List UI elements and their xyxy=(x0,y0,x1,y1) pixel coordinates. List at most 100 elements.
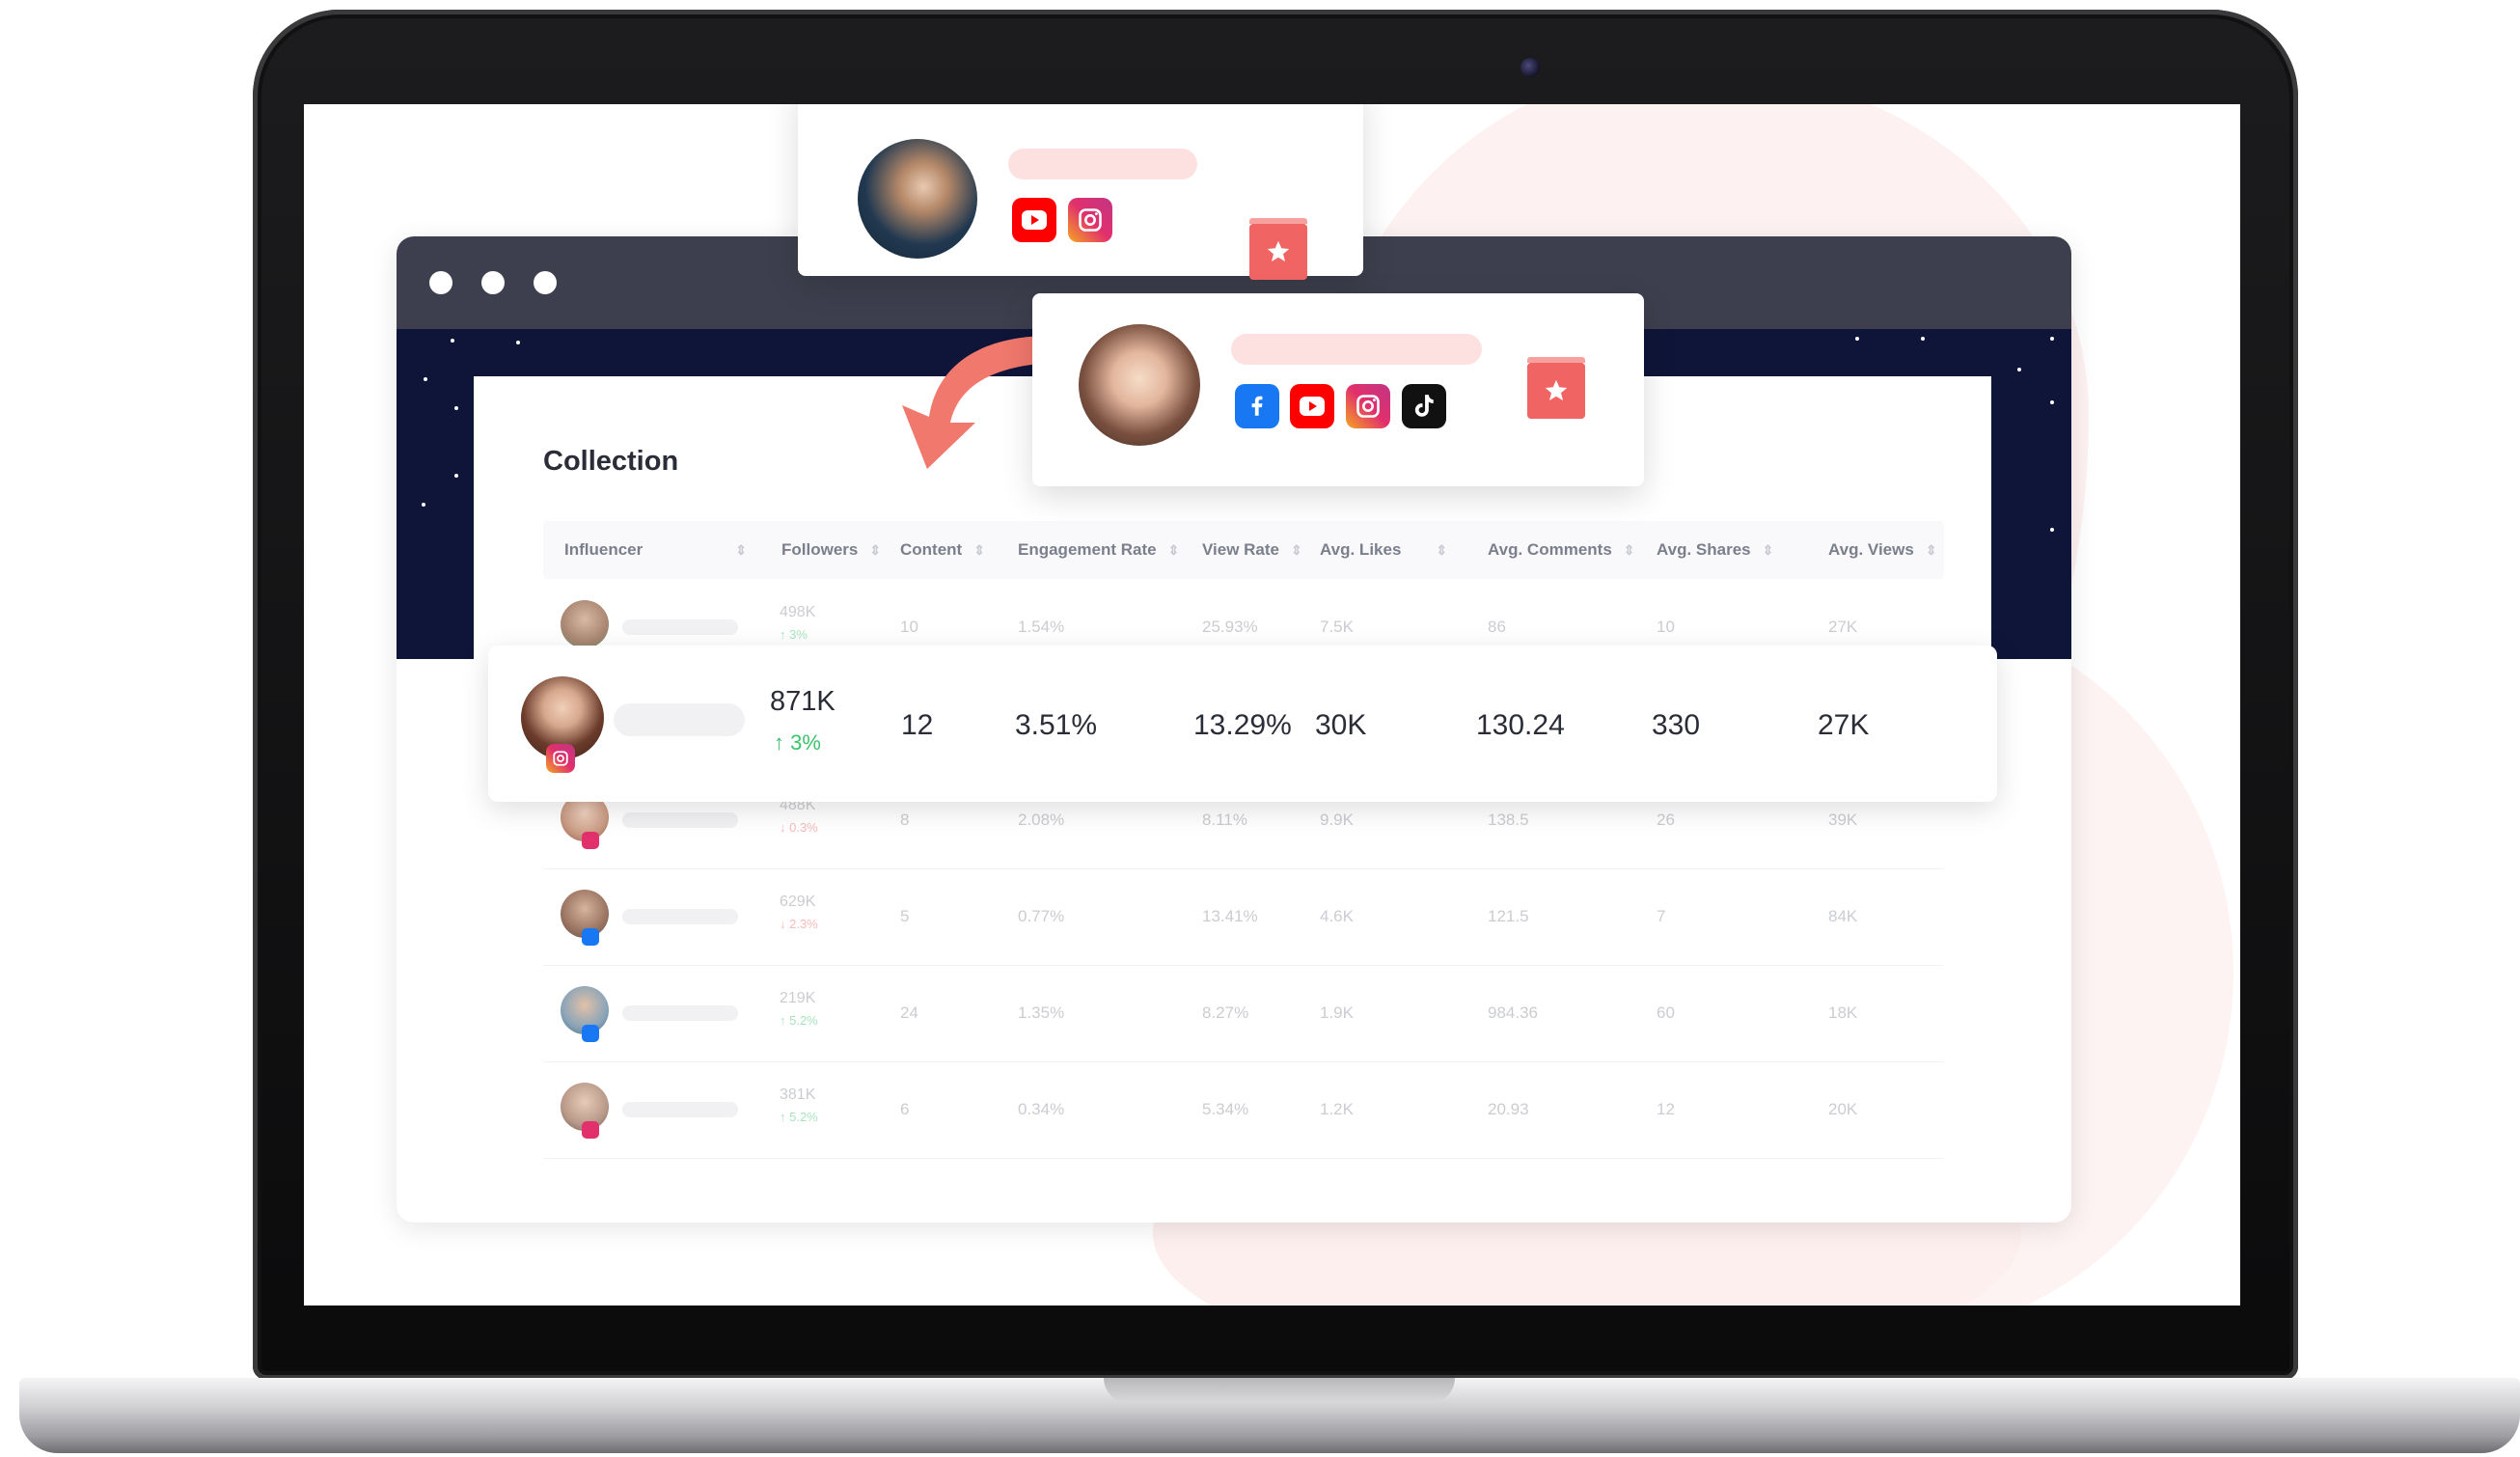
star-icon xyxy=(2050,337,2054,341)
star-icon xyxy=(2050,528,2054,532)
view-rate-cell: 13.41% xyxy=(1202,907,1258,925)
likes-cell: 4.6K xyxy=(1320,907,1354,925)
laptop-notch xyxy=(1104,1378,1455,1403)
table-row[interactable]: 629K ↓ 2.3% 5 0.77% 13.41% 4.6K 121.5 7 … xyxy=(543,868,1944,966)
engagement-cell: 1.35% xyxy=(1018,1003,1065,1022)
influencer-name-placeholder xyxy=(614,703,745,736)
star-icon xyxy=(516,341,520,344)
star-icon xyxy=(454,406,458,410)
facebook-icon xyxy=(582,928,599,946)
views-cell: 27K xyxy=(1828,618,1858,636)
view-rate-cell: 8.11% xyxy=(1202,811,1247,829)
window-dot-icon[interactable] xyxy=(429,271,452,294)
table-header: Influencer ⇕ Followers ⇕ Content ⇕ Engageme… xyxy=(543,521,1944,579)
avatar xyxy=(1079,324,1200,446)
avg-likes-value: 30K xyxy=(1315,709,1367,741)
likes-cell: 1.9K xyxy=(1320,1003,1354,1022)
avatar xyxy=(561,600,609,648)
engagement-cell: 1.54% xyxy=(1018,618,1065,636)
sort-icon[interactable]: ⇕ xyxy=(1436,542,1447,558)
sort-icon[interactable]: ⇕ xyxy=(869,542,881,558)
curved-arrow-icon xyxy=(902,336,1051,469)
page-title: Collection xyxy=(543,446,679,477)
shares-cell: 60 xyxy=(1657,1003,1675,1022)
content-cell: 8 xyxy=(900,811,910,829)
influencer-name-placeholder xyxy=(622,812,738,828)
views-cell: 39K xyxy=(1828,811,1858,829)
shares-cell: 26 xyxy=(1657,811,1675,829)
likes-cell: 7.5K xyxy=(1320,618,1354,636)
facebook-icon xyxy=(582,1025,599,1042)
influencer-card[interactable] xyxy=(798,104,1363,280)
content-cell: 6 xyxy=(900,1100,910,1118)
influencer-name-placeholder xyxy=(1008,149,1197,179)
column-header-influencer[interactable]: Influencer ⇕ xyxy=(564,540,747,560)
content-cell: 10 xyxy=(900,618,918,636)
youtube-icon[interactable] xyxy=(1012,198,1056,242)
laptop-screen: Collection Influencer ⇕ Followers ⇕ Conten… xyxy=(304,104,2240,1306)
star-icon xyxy=(2050,400,2054,404)
sort-icon[interactable]: ⇕ xyxy=(1168,542,1180,558)
table-row[interactable]: 219K ↑ 5.2% 24 1.35% 8.27% 1.9K 984.36 6… xyxy=(543,965,1944,1062)
add-to-collection-button[interactable] xyxy=(1527,357,1585,419)
instagram-icon xyxy=(582,832,599,849)
engagement-cell: 0.34% xyxy=(1018,1100,1065,1118)
shares-cell: 10 xyxy=(1657,618,1675,636)
comments-cell: 138.5 xyxy=(1488,811,1529,829)
window-dot-icon[interactable] xyxy=(534,271,557,294)
engagement-cell: 0.77% xyxy=(1018,907,1065,925)
instagram-icon[interactable] xyxy=(1346,384,1390,428)
avatar xyxy=(858,139,977,259)
star-icon xyxy=(1921,337,1925,341)
sort-icon[interactable]: ⇕ xyxy=(1763,542,1774,558)
sort-icon[interactable]: ⇕ xyxy=(1291,542,1302,558)
facebook-icon[interactable] xyxy=(1235,384,1279,428)
followers-cell: 498K ↑ 3% xyxy=(780,604,816,642)
influencer-name-placeholder xyxy=(622,909,738,924)
avg-views-value: 27K xyxy=(1818,709,1870,741)
content-cell: 5 xyxy=(900,907,910,925)
sort-icon[interactable]: ⇕ xyxy=(1926,542,1937,558)
comments-cell: 20.93 xyxy=(1488,1100,1529,1118)
column-header-avg-views[interactable]: Avg. Views ⇕ xyxy=(1828,540,1937,560)
comments-cell: 86 xyxy=(1488,618,1506,636)
youtube-icon[interactable] xyxy=(1290,384,1334,428)
sort-icon[interactable]: ⇕ xyxy=(973,542,985,558)
followers-cell: 381K ↑ 5.2% xyxy=(780,1086,818,1124)
add-to-collection-button[interactable] xyxy=(1249,218,1307,280)
content-cell: 24 xyxy=(900,1003,918,1022)
column-header-engagement-rate[interactable]: Engagement Rate ⇕ xyxy=(1018,540,1179,560)
shares-cell: 7 xyxy=(1657,907,1666,925)
sort-icon[interactable]: ⇕ xyxy=(735,542,747,558)
followers-value: 871K xyxy=(770,686,835,717)
star-icon xyxy=(454,474,458,478)
column-header-view-rate[interactable]: View Rate ⇕ xyxy=(1202,540,1302,560)
followers-cell: 488K ↓ 0.3% xyxy=(780,797,818,835)
followers-change: ↑ 3% xyxy=(774,730,821,755)
instagram-icon[interactable] xyxy=(1068,198,1112,242)
table-row[interactable]: 381K ↑ 5.2% 6 0.34% 5.34% 1.2K 20.93 12 … xyxy=(543,1061,1944,1159)
column-header-avg-comments[interactable]: Avg. Comments ⇕ xyxy=(1488,540,1635,560)
column-header-avg-shares[interactable]: Avg. Shares ⇕ xyxy=(1657,540,1773,560)
engagement-rate-value: 3.51% xyxy=(1015,709,1098,741)
likes-cell: 9.9K xyxy=(1320,811,1354,829)
star-icon xyxy=(1545,379,1568,400)
star-icon xyxy=(424,377,427,381)
star-icon xyxy=(451,339,454,343)
shares-cell: 12 xyxy=(1657,1100,1675,1118)
view-rate-cell: 5.34% xyxy=(1202,1100,1249,1118)
influencer-card[interactable] xyxy=(1032,293,1644,486)
column-header-followers[interactable]: Followers ⇕ xyxy=(781,540,881,560)
sort-icon[interactable]: ⇕ xyxy=(1624,542,1635,558)
highlighted-table-row[interactable]: 871K ↑ 3% 12 3.51% 13.29% 30K 130.24 330… xyxy=(488,646,1997,802)
views-cell: 20K xyxy=(1828,1100,1858,1118)
content-value: 12 xyxy=(901,709,934,741)
view-rate-value: 13.29% xyxy=(1193,709,1292,741)
avg-shares-value: 330 xyxy=(1652,709,1701,741)
avg-comments-value: 130.24 xyxy=(1476,709,1565,741)
window-dot-icon[interactable] xyxy=(481,271,505,294)
views-cell: 84K xyxy=(1828,907,1858,925)
column-header-avg-likes[interactable]: Avg. Likes ⇕ xyxy=(1320,540,1447,560)
tiktok-icon[interactable] xyxy=(1402,384,1446,428)
column-header-content[interactable]: Content ⇕ xyxy=(900,540,985,560)
